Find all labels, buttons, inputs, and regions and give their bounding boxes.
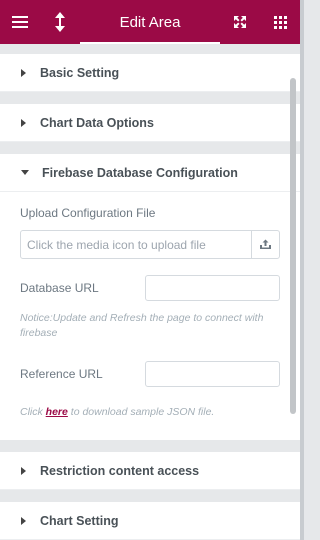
database-url-label: Database URL bbox=[20, 281, 99, 295]
settings-panel: Basic Setting Chart Data Options Firebas… bbox=[0, 44, 300, 540]
section-title: Basic Setting bbox=[40, 65, 120, 80]
menu-button[interactable] bbox=[0, 0, 40, 44]
upload-config-label: Upload Configuration File bbox=[20, 206, 156, 220]
section-firebase: Firebase Database Configuration Upload C… bbox=[0, 154, 300, 440]
reference-url-row: Reference URL bbox=[20, 361, 280, 387]
upload-media-button[interactable] bbox=[251, 231, 279, 258]
section-restriction[interactable]: Restriction content access bbox=[0, 452, 300, 490]
caret-right-icon bbox=[21, 516, 26, 525]
firebase-content: Upload Configuration File Database URL N… bbox=[0, 192, 300, 440]
section-title: Firebase Database Configuration bbox=[42, 165, 238, 180]
panel-header: Edit Area bbox=[0, 0, 300, 44]
spacer bbox=[0, 490, 300, 502]
section-firebase-header[interactable]: Firebase Database Configuration bbox=[0, 154, 300, 192]
spacer bbox=[0, 92, 300, 104]
caret-down-icon bbox=[21, 170, 29, 175]
hamburger-icon bbox=[12, 16, 28, 28]
spacer bbox=[0, 142, 300, 154]
fullscreen-button[interactable] bbox=[220, 0, 260, 44]
spacer bbox=[0, 44, 300, 54]
section-title: Restriction content access bbox=[40, 463, 200, 478]
vertical-resize-icon bbox=[55, 12, 65, 32]
panel-edge bbox=[300, 0, 304, 540]
sample-suffix: to download sample JSON file. bbox=[67, 406, 215, 418]
apps-button[interactable] bbox=[260, 0, 300, 44]
media-upload-icon bbox=[260, 239, 271, 249]
caret-right-icon bbox=[21, 68, 26, 77]
caret-right-icon bbox=[21, 466, 26, 475]
sample-prefix: Click bbox=[20, 406, 46, 418]
resize-button[interactable] bbox=[40, 0, 80, 44]
sample-json-link[interactable]: here bbox=[46, 406, 68, 418]
database-url-row: Database URL bbox=[20, 275, 280, 301]
expand-icon bbox=[234, 16, 246, 28]
spacer bbox=[0, 440, 300, 452]
panel-title: Edit Area bbox=[80, 0, 220, 44]
section-basic-setting[interactable]: Basic Setting bbox=[0, 54, 300, 92]
notice-text: Notice:Update and Refresh the page to co… bbox=[20, 312, 264, 339]
caret-right-icon bbox=[21, 118, 26, 127]
section-title: Chart Setting bbox=[40, 513, 119, 528]
scrollbar-thumb[interactable] bbox=[290, 78, 296, 414]
reference-url-input[interactable] bbox=[145, 361, 280, 387]
section-chart-data-options[interactable]: Chart Data Options bbox=[0, 104, 300, 142]
sample-json-note: Click here to download sample JSON file. bbox=[20, 405, 280, 420]
upload-config-control bbox=[20, 230, 280, 259]
section-title: Chart Data Options bbox=[40, 115, 154, 130]
reference-url-label: Reference URL bbox=[20, 367, 103, 381]
section-chart-setting[interactable]: Chart Setting bbox=[0, 502, 300, 540]
database-url-input[interactable] bbox=[145, 275, 280, 301]
upload-config-input[interactable] bbox=[21, 231, 251, 258]
grid-icon bbox=[273, 15, 287, 29]
